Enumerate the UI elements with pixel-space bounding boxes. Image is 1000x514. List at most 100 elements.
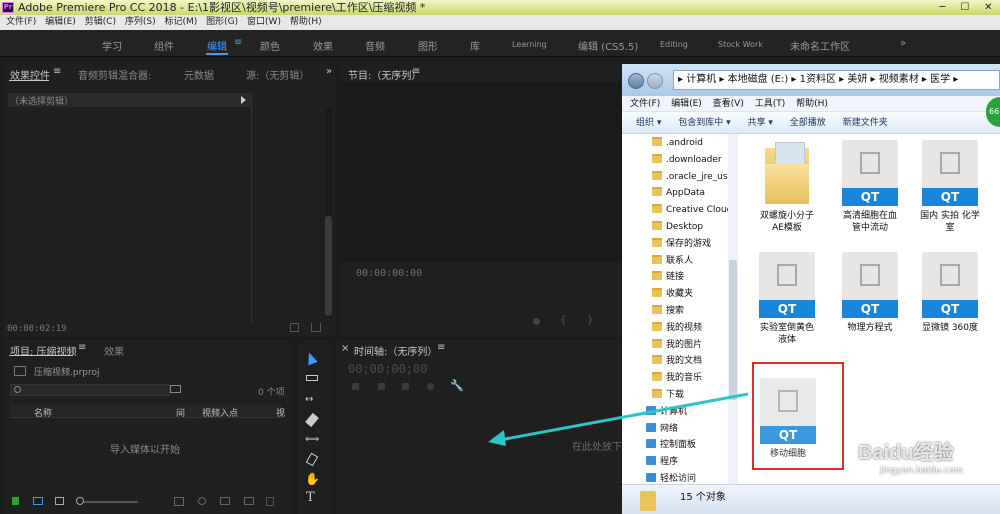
expand-arrow-icon[interactable] — [241, 96, 246, 104]
menu-edit[interactable]: 编辑(E) — [45, 17, 76, 27]
panel-menu-icon[interactable]: ≡ — [412, 66, 420, 77]
nav-item[interactable]: 我的音乐 — [652, 370, 732, 387]
workspace-overflow[interactable]: » — [900, 38, 906, 49]
project-search-input[interactable] — [10, 384, 170, 396]
nav-item[interactable]: 联系人 — [652, 253, 732, 270]
mark-out-icon[interactable]: } — [587, 315, 593, 326]
filter-icon[interactable] — [290, 323, 299, 332]
workspace-color[interactable]: 颜色 — [260, 38, 280, 53]
nav-item[interactable]: 保存的游戏 — [652, 236, 732, 253]
timeline-close-icon[interactable]: × — [341, 343, 349, 354]
slip-tool-icon[interactable]: ⟺ — [305, 434, 319, 445]
nav-item[interactable]: Creative Cloud — [652, 202, 732, 219]
column-video[interactable]: 视 — [276, 406, 285, 419]
panel-menu-icon[interactable]: ≡ — [78, 342, 86, 353]
workspace-learn[interactable]: 学习 — [102, 38, 122, 53]
menu-marker[interactable]: 标记(M) — [164, 17, 197, 27]
workspace-editing-cs55[interactable]: 编辑 (CS5.5) — [578, 38, 638, 53]
workspace-editing[interactable]: 编辑 — [207, 38, 227, 53]
nav-item[interactable]: .downloader — [652, 152, 732, 169]
maximize-button[interactable]: ☐ — [960, 0, 969, 15]
column-frame-rate[interactable]: 间 — [176, 406, 185, 419]
nav-scroll-thumb[interactable] — [729, 260, 737, 400]
nav-item[interactable]: AppData — [652, 185, 732, 202]
type-tool-icon[interactable]: T — [306, 490, 315, 505]
zoom-slider-handle[interactable] — [76, 497, 84, 505]
panel-menu-icon[interactable]: ≡ — [437, 342, 445, 353]
explorer-menu-tools[interactable]: 工具(T) — [755, 99, 786, 109]
tab-metadata[interactable]: 元数据 — [184, 67, 214, 82]
export-icon[interactable] — [311, 323, 321, 332]
tab-source[interactable]: 源:（无剪辑） — [246, 67, 309, 82]
scroll-thumb[interactable] — [325, 216, 332, 316]
menu-file[interactable]: 文件(F) — [6, 17, 36, 27]
explorer-menu-view[interactable]: 查看(V) — [713, 99, 744, 109]
list-view-icon[interactable] — [33, 497, 43, 505]
menu-window[interactable]: 窗口(W) — [247, 17, 281, 27]
workspace-editing-en[interactable]: Editing — [660, 40, 688, 49]
file-item-folder[interactable]: 双螺旋小分子AE模板 — [757, 140, 817, 234]
tab-effects[interactable]: 效果 — [104, 343, 124, 358]
forward-button[interactable] — [647, 73, 663, 89]
menu-clip[interactable]: 剪辑(C) — [85, 17, 116, 27]
nav-item[interactable]: 程序 — [646, 454, 726, 471]
nav-item[interactable]: .android — [652, 135, 732, 152]
ripple-edit-tool-icon[interactable]: ↔ — [305, 394, 313, 405]
automate-icon[interactable] — [174, 497, 184, 506]
explorer-menu-file[interactable]: 文件(F) — [630, 99, 660, 109]
linked-selection-icon[interactable] — [402, 383, 409, 390]
file-item[interactable]: QT 国内 实拍 化学室 — [920, 140, 980, 234]
file-item[interactable]: QT 高清细胞在血管中流动 — [840, 140, 900, 234]
workspace-graphics[interactable]: 图形 — [418, 38, 438, 53]
add-marker-icon[interactable] — [533, 318, 540, 325]
nav-item[interactable]: Desktop — [652, 219, 732, 236]
snap-icon[interactable] — [378, 383, 385, 390]
workspace-stock-work[interactable]: Stock Work — [718, 40, 763, 49]
new-bin-icon[interactable] — [220, 497, 230, 505]
workspace-untitled[interactable]: 未命名工作区 — [790, 38, 850, 53]
panel-menu-icon[interactable]: ≡ — [53, 66, 61, 77]
workspace-menu-icon[interactable]: ≡ — [234, 37, 242, 48]
share-button[interactable]: 共享 ▾ — [748, 118, 773, 128]
explorer-menu-edit[interactable]: 编辑(E) — [671, 99, 702, 109]
track-select-tool-icon[interactable] — [306, 375, 318, 381]
workspace-learning[interactable]: Learning — [512, 40, 547, 49]
menu-sequence[interactable]: 序列(S) — [125, 17, 156, 27]
include-in-library-button[interactable]: 包含到库中 ▾ — [678, 118, 730, 128]
play-all-button[interactable]: 全部播放 — [790, 118, 826, 128]
new-item-icon[interactable] — [244, 497, 254, 505]
explorer-menu-help[interactable]: 帮助(H) — [796, 99, 828, 109]
file-item[interactable]: QT 显微镜 360度 — [920, 252, 980, 334]
new-bin-icon[interactable] — [170, 385, 181, 393]
mark-in-icon[interactable]: { — [560, 315, 566, 326]
minimize-button[interactable]: ─ — [939, 0, 945, 15]
zoom-slider[interactable] — [78, 501, 138, 503]
menu-help[interactable]: 帮助(H) — [290, 17, 322, 27]
wrench-icon[interactable]: 🔧 — [450, 379, 464, 392]
new-folder-button[interactable]: 新建文件夹 — [843, 118, 888, 128]
column-video-in[interactable]: 视频入点 — [202, 406, 238, 419]
workspace-audio[interactable]: 音频 — [365, 38, 385, 53]
file-item[interactable]: QT 物理方程式 — [840, 252, 900, 334]
file-item[interactable]: QT 实验室倒黄色液体 — [757, 252, 817, 346]
column-name[interactable]: 名称 — [34, 406, 52, 419]
workspace-effects[interactable]: 效果 — [313, 38, 333, 53]
nav-item[interactable]: 我的文档 — [652, 353, 732, 370]
nav-item[interactable]: 我的视频 — [652, 320, 732, 337]
find-icon[interactable] — [198, 497, 206, 505]
nest-icon[interactable] — [352, 383, 359, 390]
back-button[interactable] — [628, 73, 644, 89]
workspace-libraries[interactable]: 库 — [470, 38, 480, 53]
add-marker-icon[interactable] — [427, 383, 434, 390]
nav-item[interactable]: 我的图片 — [652, 337, 732, 354]
trash-icon[interactable] — [266, 497, 274, 506]
organize-button[interactable]: 组织 ▾ — [636, 118, 661, 128]
nav-item[interactable]: .oracle_jre_usa — [652, 169, 732, 186]
hand-tool-icon[interactable]: ✋ — [305, 472, 320, 486]
tab-audio-clip-mixer[interactable]: 音频剪辑混合器: — [78, 67, 151, 82]
lock-icon[interactable] — [12, 497, 19, 505]
menu-graphics[interactable]: 图形(G) — [206, 17, 238, 27]
address-bar[interactable]: ▸ 计算机 ▸ 本地磁盘 (E:) ▸ 1资料区 ▸ 美妍 ▸ 视频素材 ▸ 医… — [673, 70, 1000, 90]
icon-view-icon[interactable] — [55, 497, 64, 505]
workspace-assembly[interactable]: 组件 — [154, 38, 174, 53]
